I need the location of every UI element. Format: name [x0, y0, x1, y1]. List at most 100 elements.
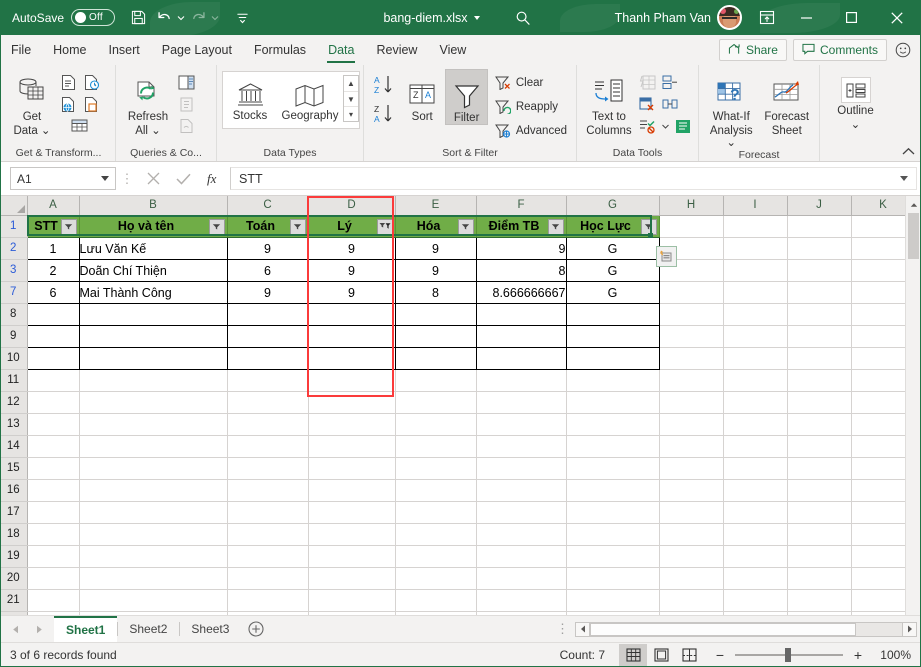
cell-F22[interactable] — [476, 611, 567, 615]
filter-button-D-active[interactable] — [376, 218, 393, 235]
tab-formulas[interactable]: Formulas — [243, 35, 317, 65]
header-cell-ly[interactable]: Lý — [308, 215, 396, 238]
close-button[interactable] — [874, 0, 919, 35]
cell-D9[interactable] — [307, 325, 396, 348]
column-header-D[interactable]: D — [308, 196, 396, 216]
cell-H18[interactable] — [659, 523, 724, 546]
cell-B10[interactable] — [78, 347, 228, 370]
row-header-22[interactable]: 22 — [0, 611, 28, 615]
cell-D21[interactable] — [308, 589, 396, 612]
flash-fill-icon[interactable] — [637, 72, 657, 92]
cell-J16[interactable] — [787, 479, 852, 502]
cell-I3[interactable] — [723, 259, 788, 282]
data-types-gallery-spinner[interactable]: ▲ ▼ ▾ — [343, 75, 359, 122]
cell-B13[interactable] — [79, 413, 228, 436]
zoom-in-button[interactable]: + — [851, 648, 865, 662]
cell-I21[interactable] — [723, 589, 788, 612]
cell-H8[interactable] — [659, 303, 724, 326]
row-header-11[interactable]: 11 — [0, 369, 28, 392]
cell-B2[interactable]: Lưu Văn Kế — [78, 237, 228, 260]
stocks-button[interactable]: Stocks — [223, 72, 277, 122]
cell-C2[interactable]: 9 — [226, 237, 309, 260]
header-cell-toan[interactable]: Toán — [227, 215, 309, 238]
row-header-18[interactable]: 18 — [0, 523, 28, 546]
gallery-down-icon[interactable]: ▼ — [344, 91, 358, 106]
remove-duplicates-icon[interactable] — [637, 94, 657, 114]
save-icon[interactable] — [123, 5, 153, 31]
cell-E14[interactable] — [395, 435, 477, 458]
cell-B22[interactable] — [79, 611, 228, 615]
cell-A7[interactable]: 6 — [26, 281, 80, 304]
collapse-ribbon-icon[interactable] — [902, 147, 915, 159]
cell-I10[interactable] — [723, 347, 788, 370]
cell-C21[interactable] — [227, 589, 309, 612]
cell-F19[interactable] — [476, 545, 567, 568]
cell-B11[interactable] — [79, 369, 228, 392]
cell-B3[interactable]: Doãn Chí Thiện — [78, 259, 228, 282]
cell-J12[interactable] — [787, 391, 852, 414]
gallery-up-icon[interactable]: ▲ — [344, 76, 358, 91]
manage-data-model-icon[interactable] — [673, 116, 693, 136]
cell-C17[interactable] — [227, 501, 309, 524]
reapply-filter-button[interactable]: Reapply — [491, 95, 571, 118]
cell-D22[interactable] — [308, 611, 396, 615]
cell-I15[interactable] — [723, 457, 788, 480]
cell-J21[interactable] — [787, 589, 852, 612]
row-header-21[interactable]: 21 — [0, 589, 28, 612]
tab-file[interactable]: File — [0, 35, 42, 65]
cell-D10[interactable] — [307, 347, 396, 370]
row-header-15[interactable]: 15 — [0, 457, 28, 480]
vertical-scrollbar[interactable] — [905, 196, 921, 615]
row-header-3[interactable]: 3 — [0, 259, 28, 282]
cell-E8[interactable] — [394, 303, 477, 326]
cell-F13[interactable] — [476, 413, 567, 436]
cell-B16[interactable] — [79, 479, 228, 502]
cell-A11[interactable] — [27, 369, 80, 392]
cell-D20[interactable] — [308, 567, 396, 590]
normal-view-button[interactable] — [619, 644, 647, 666]
share-button[interactable]: Share — [718, 39, 787, 61]
row-header-2[interactable]: 2 — [0, 237, 28, 260]
cell-G13[interactable] — [566, 413, 660, 436]
cell-F8[interactable] — [475, 303, 567, 326]
cell-G22[interactable] — [566, 611, 660, 615]
cell-E11[interactable] — [395, 369, 477, 392]
column-header-I[interactable]: I — [723, 196, 788, 216]
cell-E12[interactable] — [395, 391, 477, 414]
cell-A3[interactable]: 2 — [26, 259, 80, 282]
cell-E17[interactable] — [395, 501, 477, 524]
data-from-table-icon[interactable] — [70, 116, 90, 136]
cell-I17[interactable] — [723, 501, 788, 524]
formula-input[interactable]: STT — [230, 167, 917, 190]
cell-H7[interactable] — [659, 281, 724, 304]
file-name[interactable]: bang-diem.xlsx — [383, 11, 467, 25]
sheet-tab-splitter[interactable]: ⋮ — [550, 621, 575, 637]
cell-F14[interactable] — [476, 435, 567, 458]
cell-J3[interactable] — [787, 259, 852, 282]
cell-B8[interactable] — [78, 303, 228, 326]
filter-button-C[interactable] — [289, 218, 306, 235]
cell-C16[interactable] — [227, 479, 309, 502]
cell-D16[interactable] — [308, 479, 396, 502]
expand-formula-bar-icon[interactable] — [900, 176, 908, 181]
cell-F15[interactable] — [476, 457, 567, 480]
filter-button-A[interactable] — [60, 218, 77, 235]
tab-review[interactable]: Review — [365, 35, 428, 65]
ribbon-display-options-icon[interactable] — [750, 5, 784, 31]
scroll-left-button[interactable] — [575, 621, 590, 637]
select-all-corner[interactable] — [0, 196, 28, 216]
geography-button[interactable]: Geography — [277, 72, 343, 122]
column-header-E[interactable]: E — [395, 196, 477, 216]
cancel-entry-button[interactable] — [138, 167, 168, 190]
cell-C18[interactable] — [227, 523, 309, 546]
outline-button[interactable]: Outline ⌄ — [828, 69, 884, 131]
horizontal-scroll-thumb[interactable] — [590, 622, 856, 636]
cell-D7[interactable]: 9 — [307, 281, 396, 304]
queries-connections-pane-icon[interactable] — [176, 72, 196, 92]
cell-A19[interactable] — [27, 545, 80, 568]
paste-options-icon[interactable] — [656, 246, 677, 267]
cell-B18[interactable] — [79, 523, 228, 546]
zoom-out-button[interactable]: − — [713, 648, 727, 662]
filter-button-F[interactable] — [547, 218, 564, 235]
cell-I8[interactable] — [723, 303, 788, 326]
